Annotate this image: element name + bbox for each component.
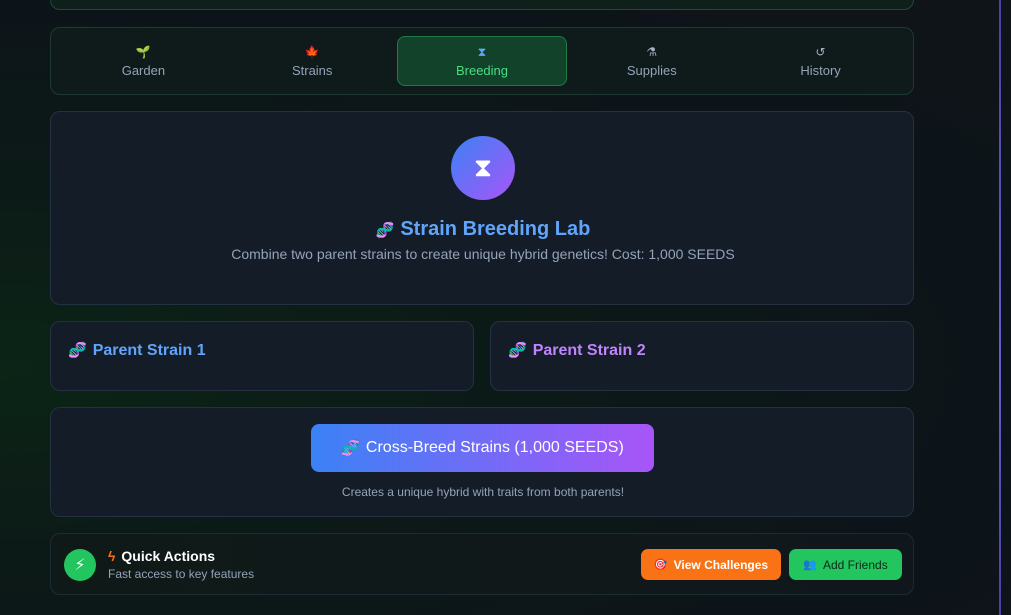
tab-strains[interactable]: 🍁 Strains — [228, 36, 397, 86]
page-title-text: Strain Breeding Lab — [400, 218, 591, 240]
page-title: 🧬 Strain Breeding Lab — [51, 218, 915, 241]
target-icon: 🎯 — [653, 559, 668, 571]
dna-icon: 🧬 — [341, 440, 360, 457]
parent-strain-2-card[interactable]: 🧬 Parent Strain 2 — [490, 321, 914, 391]
previous-card — [50, 0, 914, 10]
page-subtitle: Combine two parent strains to create uni… — [231, 246, 735, 262]
tab-label: Breeding — [455, 62, 509, 78]
dna-icon: 🧬 — [375, 222, 395, 239]
bolt-icon: ϟ — [108, 548, 116, 564]
tab-label: Strains — [291, 62, 333, 78]
tab-supplies[interactable]: ⚗ Supplies — [567, 36, 736, 86]
parent-strain-1-card[interactable]: 🧬 Parent Strain 1 — [50, 321, 474, 391]
hourglass-icon: ⧗ — [451, 136, 515, 200]
leaf-icon: 🍁 — [304, 44, 320, 59]
add-friends-label: Add Friends — [823, 557, 888, 572]
view-challenges-label: View Challenges — [673, 557, 769, 572]
tab-label: Garden — [121, 62, 166, 78]
view-challenges-button[interactable]: 🎯 View Challenges — [641, 549, 781, 580]
parent-strain-2-label: Parent Strain 2 — [532, 342, 646, 359]
dna-icon: 🧬 — [508, 342, 527, 359]
scroll-edge — [999, 0, 1001, 615]
users-icon: 👥 — [803, 559, 817, 571]
tab-label: History — [800, 62, 841, 78]
parent-strain-1-label: Parent Strain 1 — [92, 342, 206, 359]
tab-breeding[interactable]: ⧗ Breeding — [396, 36, 568, 86]
tab-bar: 🌱 Garden 🍁 Strains ⧗ Breeding ⚗ Supplies… — [50, 27, 914, 95]
cross-breed-card: 🧬 Cross-Breed Strains (1,000 SEEDS) Creat… — [50, 407, 914, 517]
quick-actions-title-text: Quick Actions — [121, 548, 216, 564]
quick-actions-bar: ⚡ ϟ Quick Actions Fast access to key feat… — [50, 533, 914, 595]
add-friends-button[interactable]: 👥 Add Friends — [789, 549, 902, 580]
cross-breed-label: Cross-Breed Strains (1,000 SEEDS) — [365, 439, 624, 456]
quick-actions-subtitle: Fast access to key features — [108, 567, 255, 581]
hourglass-icon: ⧗ — [477, 44, 487, 59]
dna-icon: 🧬 — [68, 342, 87, 359]
tab-garden[interactable]: 🌱 Garden — [59, 36, 228, 86]
breeding-lab-card: ⧗ 🧬 Strain Breeding Lab Combine two paren… — [50, 111, 914, 305]
lightning-icon: ⚡ — [64, 549, 96, 581]
quick-actions-title: ϟ Quick Actions — [108, 548, 215, 564]
flask-icon: ⚗ — [646, 44, 658, 59]
history-icon: ↺ — [815, 44, 826, 59]
sprout-icon: 🌱 — [135, 44, 151, 59]
tab-label: Supplies — [626, 62, 677, 78]
cross-breed-button[interactable]: 🧬 Cross-Breed Strains (1,000 SEEDS) — [311, 424, 654, 472]
tab-history[interactable]: ↺ History — [736, 36, 905, 86]
cross-breed-note: Creates a unique hybrid with traits from… — [341, 485, 625, 499]
